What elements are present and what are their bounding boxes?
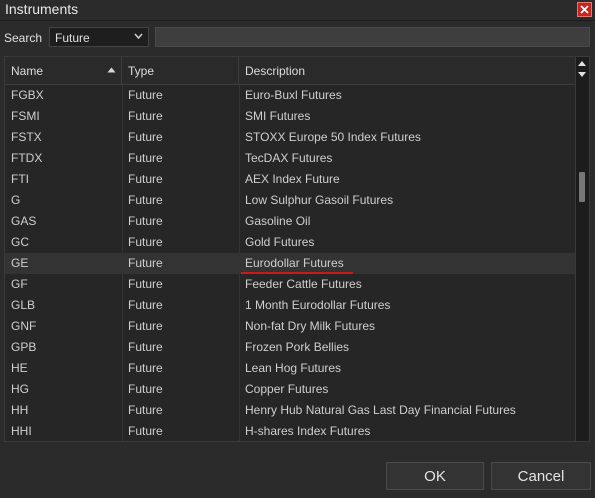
sort-ascending-icon — [107, 67, 116, 73]
instrument-name-cell: GNF — [11, 319, 37, 333]
window-title: Instruments — [5, 1, 79, 17]
instrument-description-cell: STOXX Europe 50 Index Futures — [245, 130, 421, 144]
instruments-grid: Name Type Description FGBX Future Euro-Bux… — [4, 56, 590, 442]
search-input[interactable] — [155, 27, 590, 47]
search-label: Search — [4, 31, 43, 45]
cancel-button[interactable]: Cancel — [491, 462, 591, 490]
ok-button[interactable]: OK — [386, 462, 484, 490]
instrument-name-cell: HH — [11, 403, 29, 417]
instrument-description-cell: Frozen Pork Bellies — [245, 340, 350, 354]
instrument-description-cell: SMI Futures — [245, 109, 311, 123]
table-row[interactable]: HG Future Copper Futures — [5, 379, 577, 400]
table-row[interactable]: GE Future Eurodollar Futures — [5, 253, 577, 274]
scroll-up-icon[interactable] — [578, 61, 586, 66]
table-row[interactable]: FTI Future AEX Index Future — [5, 169, 577, 190]
instrument-description-cell: Lean Hog Futures — [245, 361, 342, 375]
instrument-type-cell: Future — [128, 88, 163, 102]
instrument-type-cell: Future — [128, 424, 163, 438]
table-row[interactable]: FGBX Future Euro-Buxl Futures — [5, 85, 577, 106]
table-row[interactable]: G Future Low Sulphur Gasoil Futures — [5, 190, 577, 211]
instrument-type-cell: Future — [128, 298, 163, 312]
table-row[interactable]: GC Future Gold Futures — [5, 232, 577, 253]
table-row[interactable]: FTDX Future TecDAX Futures — [5, 148, 577, 169]
close-icon — [580, 5, 589, 14]
instrument-description-cell: Gasoline Oil — [245, 214, 311, 228]
instrument-name-cell: FSTX — [11, 130, 42, 144]
table-row[interactable]: GF Future Feeder Cattle Futures — [5, 274, 577, 295]
instrument-type-cell: Future — [128, 193, 163, 207]
column-header-description[interactable]: Description — [239, 57, 577, 84]
table-row[interactable]: GLB Future 1 Month Eurodollar Futures — [5, 295, 577, 316]
table-row[interactable]: HE Future Lean Hog Futures — [5, 358, 577, 379]
vertical-scrollbar[interactable] — [575, 57, 589, 441]
instrument-name-cell: HG — [11, 382, 29, 396]
table-row[interactable]: FSMI Future SMI Futures — [5, 106, 577, 127]
instrument-name-cell: GC — [11, 235, 29, 249]
close-button[interactable] — [577, 2, 592, 17]
instrument-type-cell: Future — [128, 319, 163, 333]
instrument-type-cell: Future — [128, 277, 163, 291]
table-row[interactable]: FSTX Future STOXX Europe 50 Index Futures — [5, 127, 577, 148]
grid-body: FGBX Future Euro-Buxl Futures FSMI Future SMI… — [5, 85, 577, 441]
instrument-name-cell: FTI — [11, 172, 29, 186]
instrument-description-cell: H-shares Index Futures — [245, 424, 371, 438]
instrument-type-cell: Future — [128, 340, 163, 354]
instrument-description-cell: Feeder Cattle Futures — [245, 277, 362, 291]
instrument-description-cell: Low Sulphur Gasoil Futures — [245, 193, 394, 207]
instrument-name-cell: GF — [11, 277, 28, 291]
table-row[interactable]: HH Future Henry Hub Natural Gas Last Day F… — [5, 400, 577, 421]
scroll-down-icon[interactable] — [578, 72, 586, 77]
instrument-description-cell: Gold Futures — [245, 235, 315, 249]
instrument-type-select[interactable]: Future — [49, 27, 149, 47]
instrument-type-cell: Future — [128, 151, 163, 165]
instrument-name-cell: G — [11, 193, 21, 207]
instrument-name-cell: FGBX — [11, 88, 44, 102]
table-row[interactable]: GNF Future Non-fat Dry Milk Futures — [5, 316, 577, 337]
instrument-type-cell: Future — [128, 361, 163, 375]
instrument-type-cell: Future — [128, 256, 163, 270]
instrument-type-value: Future — [55, 31, 90, 45]
grid-header: Name Type Description — [5, 57, 577, 85]
instrument-name-cell: GAS — [11, 214, 37, 228]
instrument-name-cell: FTDX — [11, 151, 43, 165]
instrument-type-cell: Future — [128, 109, 163, 123]
table-row[interactable]: GAS Future Gasoline Oil — [5, 211, 577, 232]
scroll-thumb[interactable] — [579, 172, 585, 202]
table-row[interactable]: GPB Future Frozen Pork Bellies — [5, 337, 577, 358]
instrument-description-cell: Eurodollar Futures — [245, 256, 344, 270]
column-header-name[interactable]: Name — [5, 57, 122, 84]
column-header-label: Type — [128, 64, 155, 78]
instrument-type-cell: Future — [128, 235, 163, 249]
instrument-name-cell: HHI — [11, 424, 32, 438]
instrument-name-cell: FSMI — [11, 109, 40, 123]
table-row[interactable]: HHI Future H-shares Index Futures — [5, 421, 577, 441]
column-header-type[interactable]: Type — [122, 57, 239, 84]
instrument-name-cell: GLB — [11, 298, 36, 312]
instrument-name-cell: GPB — [11, 340, 37, 354]
instrument-description-cell: Euro-Buxl Futures — [245, 88, 342, 102]
instrument-description-cell: Copper Futures — [245, 382, 329, 396]
instrument-description-cell: TecDAX Futures — [245, 151, 333, 165]
instrument-type-cell: Future — [128, 382, 163, 396]
instrument-type-cell: Future — [128, 214, 163, 228]
instrument-description-cell: 1 Month Eurodollar Futures — [245, 298, 391, 312]
search-bar: Search Future — [0, 26, 595, 50]
column-header-label: Name — [11, 64, 44, 78]
title-bar: Instruments — [0, 0, 595, 21]
instrument-description-cell: Non-fat Dry Milk Futures — [245, 319, 376, 333]
instrument-name-cell: HE — [11, 361, 28, 375]
instrument-description-cell: AEX Index Future — [245, 172, 340, 186]
instrument-type-cell: Future — [128, 172, 163, 186]
chevron-down-icon — [134, 33, 143, 39]
instrument-type-cell: Future — [128, 130, 163, 144]
instrument-description-cell: Henry Hub Natural Gas Last Day Financial… — [245, 403, 516, 417]
column-header-label: Description — [245, 64, 306, 78]
instrument-type-cell: Future — [128, 403, 163, 417]
instrument-name-cell: GE — [11, 256, 29, 270]
